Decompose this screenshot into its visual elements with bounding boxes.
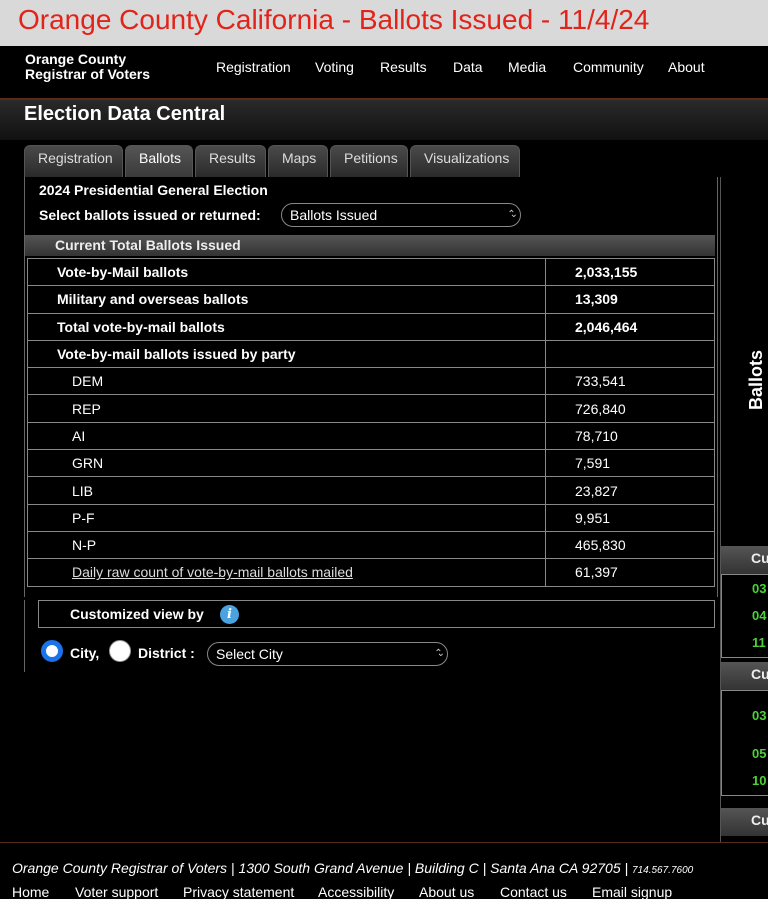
ballot-type-value: Ballots Issued bbox=[290, 207, 378, 223]
top-banner: Orange County California - Ballots Issue… bbox=[0, 0, 768, 46]
table-row: Daily raw count of vote-by-mail ballots … bbox=[27, 558, 715, 587]
row-label: Total vote-by-mail ballots bbox=[27, 312, 546, 341]
footer-address: Orange County Registrar of Voters | 1300… bbox=[12, 860, 693, 876]
logo-line2: Registrar of Voters bbox=[25, 66, 150, 82]
table-row: REP 726,840 bbox=[27, 394, 715, 423]
party-label: AI bbox=[27, 421, 546, 451]
sidebar-value: 11 bbox=[752, 635, 766, 650]
sidebar-value: 03 bbox=[752, 581, 767, 596]
nav-about[interactable]: About bbox=[668, 59, 705, 75]
sidebar-label: Ballots bbox=[746, 349, 766, 410]
nav-media[interactable]: Media bbox=[508, 59, 546, 75]
logo-line1: Orange County bbox=[25, 51, 127, 67]
ballots-table: Vote-by-Mail ballots 2,033,155 Military … bbox=[27, 257, 715, 587]
nav-voting[interactable]: Voting bbox=[315, 59, 354, 75]
nav-registration[interactable]: Registration bbox=[216, 59, 291, 75]
footer-phone[interactable]: 714.567.7600 bbox=[632, 865, 693, 876]
sidebar-value: 04 bbox=[752, 608, 767, 623]
election-title: 2024 Presidential General Election bbox=[39, 182, 268, 198]
party-label: P-F bbox=[27, 503, 546, 532]
city-select-chevron-icon: ⌃⌄ bbox=[434, 648, 444, 659]
sidebar-value: 05 bbox=[752, 746, 767, 761]
banner-title: Orange County California - Ballots Issue… bbox=[18, 4, 650, 35]
radio-district-label: District : bbox=[138, 645, 195, 661]
party-value: 733,541 bbox=[545, 367, 715, 396]
nav-data[interactable]: Data bbox=[453, 59, 483, 75]
party-label: REP bbox=[27, 394, 546, 423]
table-row: P-F 9,951 bbox=[27, 503, 715, 532]
tab-visualizations[interactable]: Visualizations bbox=[410, 145, 520, 177]
radio-city[interactable] bbox=[41, 640, 63, 662]
table-row: LIB 23,827 bbox=[27, 476, 715, 505]
tab-maps[interactable]: Maps bbox=[268, 145, 328, 177]
row-value bbox=[545, 339, 715, 369]
table-row: GRN 7,591 bbox=[27, 449, 715, 478]
table-row: AI 78,710 bbox=[27, 421, 715, 451]
daily-count-link[interactable]: Daily raw count of vote-by-mail ballots … bbox=[72, 564, 353, 580]
select-chevron-icon: ⌃⌄ bbox=[507, 209, 517, 220]
party-value: 23,827 bbox=[545, 476, 715, 505]
table-row: Military and overseas ballots 13,309 bbox=[27, 285, 715, 314]
left-rule bbox=[24, 600, 25, 672]
nav-community[interactable]: Community bbox=[573, 59, 644, 75]
table-row: Vote-by-Mail ballots 2,033,155 bbox=[27, 257, 715, 287]
party-label: GRN bbox=[27, 449, 546, 478]
city-select-placeholder: Select City bbox=[216, 646, 283, 662]
table-row: Total vote-by-mail ballots 2,046,464 bbox=[27, 312, 715, 341]
footer-link-contact[interactable]: Contact us bbox=[500, 884, 567, 899]
footer-link-about-us[interactable]: About us bbox=[419, 884, 474, 899]
tab-petitions[interactable]: Petitions bbox=[330, 145, 408, 177]
custom-view-header: Customized view by bbox=[38, 600, 715, 628]
footer-link-privacy[interactable]: Privacy statement bbox=[183, 884, 294, 899]
ballot-type-label: Select ballots issued or returned: bbox=[39, 207, 261, 223]
sidebar-header-1-text: Cu bbox=[751, 550, 768, 566]
site-header: Orange County Registrar of Voters Regist… bbox=[0, 46, 768, 100]
info-icon[interactable]: i bbox=[220, 605, 239, 624]
daily-count-value: 61,397 bbox=[545, 558, 715, 587]
tab-results[interactable]: Results bbox=[195, 145, 266, 177]
sidebar-header-2: Cu bbox=[721, 662, 768, 690]
row-label: Vote-by-mail ballots issued by party bbox=[27, 339, 546, 369]
footer-link-home[interactable]: Home bbox=[12, 884, 49, 899]
party-label: N-P bbox=[27, 530, 546, 560]
party-value: 78,710 bbox=[545, 421, 715, 451]
party-value: 726,840 bbox=[545, 394, 715, 423]
sidebar-header-1: Cu bbox=[721, 546, 768, 574]
sidebar-header-2-text: Cu bbox=[751, 666, 768, 682]
tab-ballots[interactable]: Ballots bbox=[125, 145, 193, 177]
sidebar-value: 10 bbox=[752, 773, 767, 788]
row-value: 2,046,464 bbox=[545, 312, 715, 341]
sidebar-header-3: Cu bbox=[721, 808, 768, 836]
party-label: DEM bbox=[27, 367, 546, 396]
row-label: Vote-by-Mail ballots bbox=[27, 257, 546, 287]
party-label: LIB bbox=[27, 476, 546, 505]
footer-link-accessibility[interactable]: Accessibility bbox=[318, 884, 394, 899]
radio-district[interactable] bbox=[109, 640, 131, 662]
daily-count-cell: Daily raw count of vote-by-mail ballots … bbox=[27, 558, 546, 587]
party-value: 9,951 bbox=[545, 503, 715, 532]
ballot-type-select[interactable]: Ballots Issued ⌃⌄ bbox=[281, 203, 521, 227]
tab-registration[interactable]: Registration bbox=[24, 145, 123, 177]
row-value: 13,309 bbox=[545, 285, 715, 314]
nav-results[interactable]: Results bbox=[380, 59, 427, 75]
footer-link-email-signup[interactable]: Email signup bbox=[592, 884, 672, 899]
party-value: 7,591 bbox=[545, 449, 715, 478]
page-title: Election Data Central bbox=[24, 103, 226, 125]
table-row: DEM 733,541 bbox=[27, 367, 715, 396]
section-header: Current Total Ballots Issued bbox=[25, 235, 715, 256]
footer-address-text: Orange County Registrar of Voters | 1300… bbox=[12, 860, 633, 876]
table-row: Vote-by-mail ballots issued by party bbox=[27, 339, 715, 369]
city-select[interactable]: Select City ⌃⌄ bbox=[207, 642, 448, 666]
sidebar-value: 03 bbox=[752, 708, 767, 723]
row-value: 2,033,155 bbox=[545, 257, 715, 287]
radio-city-label: City, bbox=[70, 645, 100, 661]
row-label: Military and overseas ballots bbox=[27, 285, 546, 314]
table-row: N-P 465,830 bbox=[27, 530, 715, 560]
footer-link-voter-support[interactable]: Voter support bbox=[75, 884, 158, 899]
party-value: 465,830 bbox=[545, 530, 715, 560]
sidebar-header-3-text: Cu bbox=[751, 812, 768, 828]
site-logo[interactable]: Orange County Registrar of Voters bbox=[25, 52, 150, 82]
